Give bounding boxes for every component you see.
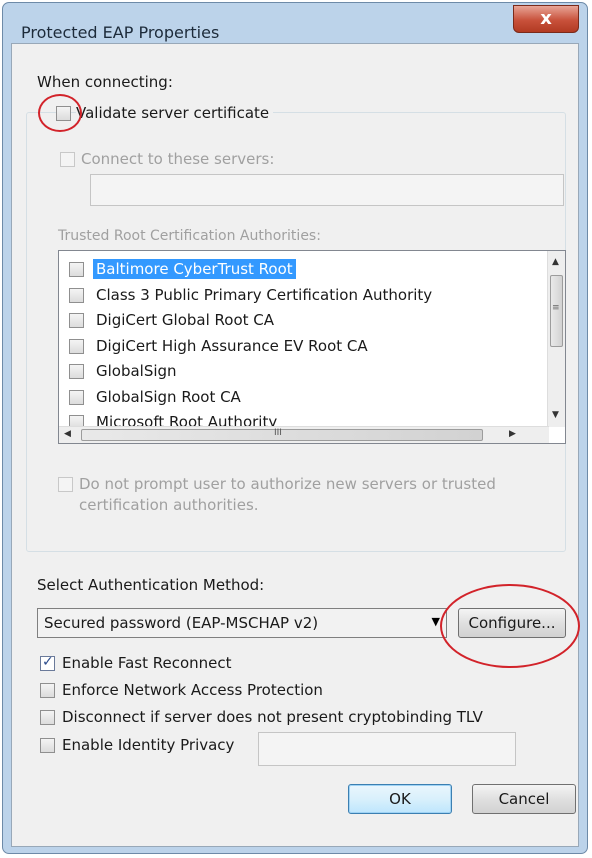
- trusted-root-item[interactable]: Baltimore CyberTrust Root: [65, 257, 535, 281]
- dialog-window: Protected EAP Properties x When connecti…: [2, 2, 588, 854]
- trusted-root-label: Class 3 Public Primary Certification Aut…: [96, 285, 433, 304]
- scroll-left-icon[interactable]: ◀: [64, 430, 71, 439]
- auth-option-label[interactable]: Disconnect if server does not present cr…: [62, 708, 483, 726]
- connect-servers-input[interactable]: [90, 174, 564, 206]
- trusted-root-label: DigiCert High Assurance EV Root CA: [96, 336, 368, 355]
- trusted-root-checkbox[interactable]: [69, 389, 84, 405]
- validate-cert-checkbox[interactable]: [56, 106, 71, 121]
- vertical-grip-icon: ≡: [552, 303, 560, 313]
- auth-option-checkbox[interactable]: [40, 738, 55, 753]
- trusted-root-item[interactable]: DigiCert Global Root CA: [65, 308, 535, 332]
- horizontal-grip-icon: III: [274, 428, 282, 438]
- auth-method-select[interactable]: Secured password (EAP-MSCHAP v2) ▼: [37, 608, 447, 638]
- trusted-root-item[interactable]: DigiCert High Assurance EV Root CA: [65, 334, 535, 358]
- configure-button[interactable]: Configure...: [458, 608, 566, 638]
- window-title: Protected EAP Properties: [21, 23, 220, 42]
- no-prompt-label-line1: Do not prompt user to authorize new serv…: [79, 475, 496, 493]
- auth-option-checkbox[interactable]: [40, 710, 55, 725]
- trusted-root-item[interactable]: Class 3 Public Primary Certification Aut…: [65, 283, 535, 307]
- auth-option-label[interactable]: Enable Identity Privacy: [62, 736, 234, 754]
- trusted-root-checkbox[interactable]: [69, 313, 84, 328]
- scroll-down-icon[interactable]: ▼: [552, 411, 559, 420]
- cancel-button[interactable]: Cancel: [472, 784, 576, 814]
- auth-option-label[interactable]: Enable Fast Reconnect: [62, 654, 232, 672]
- connect-servers-checkbox[interactable]: [60, 152, 75, 167]
- trusted-root-label: GlobalSign Root CA: [96, 387, 241, 406]
- trusted-root-label: DigiCert Global Root CA: [96, 311, 275, 329]
- trusted-root-checkbox[interactable]: [69, 287, 84, 303]
- trusted-root-item[interactable]: GlobalSign: [65, 359, 535, 383]
- no-prompt-label-line2: certification authorities.: [79, 496, 259, 514]
- dialog-client-area: When connecting: Validate server certifi…: [11, 43, 580, 847]
- ok-button[interactable]: OK: [348, 784, 452, 814]
- auth-option-checkbox[interactable]: [40, 654, 55, 671]
- no-prompt-checkbox[interactable]: [58, 477, 73, 492]
- trusted-root-item[interactable]: GlobalSign Root CA: [65, 385, 535, 409]
- auth-option-label[interactable]: Enforce Network Access Protection: [62, 681, 323, 699]
- trusted-root-checkbox[interactable]: [69, 262, 84, 277]
- auth-method-heading: Select Authentication Method:: [37, 576, 265, 594]
- trusted-root-label: Baltimore CyberTrust Root: [93, 259, 296, 279]
- trusted-root-checkbox[interactable]: [69, 364, 84, 379]
- identity-privacy-input[interactable]: [258, 732, 516, 766]
- vertical-scroll-thumb[interactable]: ≡: [550, 275, 563, 347]
- close-button[interactable]: x: [513, 5, 579, 33]
- trusted-root-list[interactable]: Baltimore CyberTrust Root Class 3 Public …: [58, 250, 566, 444]
- scroll-right-icon[interactable]: ▶: [509, 430, 516, 439]
- trusted-root-label: GlobalSign: [96, 362, 177, 380]
- close-icon: x: [540, 8, 552, 29]
- auth-option-checkbox[interactable]: [40, 683, 55, 698]
- trusted-root-label: Trusted Root Certification Authorities:: [58, 228, 321, 244]
- auth-method-value: Secured password (EAP-MSCHAP v2): [44, 614, 319, 632]
- list-horizontal-scrollbar[interactable]: ◀ III ▶: [59, 426, 549, 443]
- list-vertical-scrollbar[interactable]: ▲ ≡ ▼: [547, 251, 565, 427]
- scroll-up-icon[interactable]: ▲: [552, 258, 559, 267]
- trusted-root-checkbox[interactable]: [69, 338, 84, 354]
- dropdown-arrow-icon: ▼: [431, 615, 440, 628]
- connect-servers-label: Connect to these servers:: [81, 150, 275, 168]
- validate-cert-label[interactable]: Validate server certificate: [76, 104, 274, 122]
- when-connecting-heading: When connecting:: [37, 73, 173, 91]
- horizontal-scroll-thumb[interactable]: III: [81, 428, 483, 441]
